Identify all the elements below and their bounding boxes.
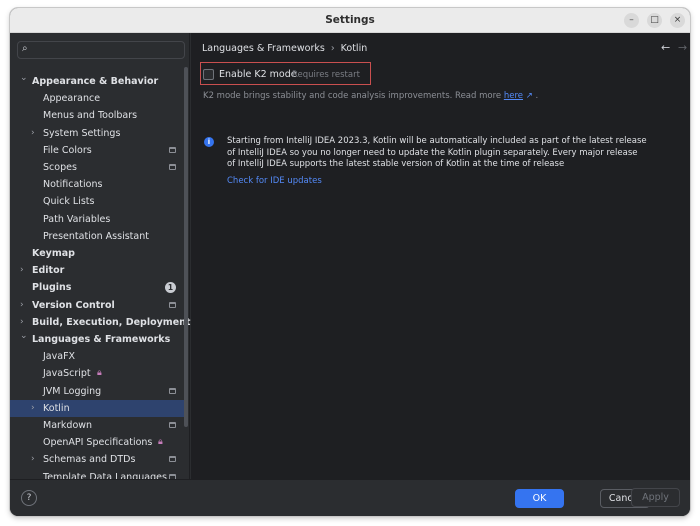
maximize-button[interactable]: □ — [647, 13, 662, 28]
sidebar-item-label: Build, Execution, Deployment — [32, 316, 191, 328]
window-title: Settings — [325, 14, 375, 26]
settings-sidebar: ⌕ ⌄ Appearance & Behavior Appearance Menus … — [10, 33, 190, 483]
info-icon: i — [204, 137, 214, 147]
forward-arrow-icon[interactable]: → — [678, 41, 687, 54]
title-bar: Settings – □ × — [10, 8, 690, 33]
sidebar-item-label: JavaScript — [43, 368, 91, 380]
sidebar-item-label: JavaFX — [43, 351, 76, 363]
enable-k2-label[interactable]: Enable K2 mode — [219, 69, 297, 80]
sidebar-item-label: Menus and Toolbars — [43, 110, 138, 122]
sidebar-item-label: Languages & Frameworks — [32, 334, 171, 345]
sidebar-item-kotlin[interactable]: › Kotlin — [10, 399, 184, 417]
sidebar-item-path-variables[interactable]: Path Variables — [10, 211, 184, 228]
sidebar-item-label: Keymap — [32, 248, 75, 259]
back-arrow-icon[interactable]: ← — [661, 41, 670, 54]
sidebar-item-label: OpenAPI Specifications — [43, 437, 153, 449]
ok-button[interactable]: OK — [515, 489, 564, 508]
sidebar-item-label: Quick Lists — [43, 196, 95, 208]
help-button[interactable]: ? — [21, 490, 37, 506]
sidebar-item-javascript[interactable]: JavaScript 🔒︎ — [10, 365, 184, 382]
project-level-icon — [169, 387, 176, 394]
search-box[interactable]: ⌕ — [17, 41, 185, 59]
breadcrumb-current: Kotlin — [340, 43, 368, 54]
sidebar-item-scopes[interactable]: Scopes — [10, 159, 184, 176]
sidebar-item-notifications[interactable]: Notifications — [10, 176, 184, 193]
settings-content: Languages & Frameworks › Kotlin ← → Enable… — [191, 33, 690, 479]
breadcrumb-separator: › — [330, 43, 335, 54]
chevron-right-icon[interactable]: › — [31, 125, 35, 142]
external-link-icon: ↗ — [525, 91, 533, 101]
update-count-badge: 1 — [165, 282, 176, 294]
sidebar-item-label: Editor — [32, 265, 65, 277]
breadcrumb-parent[interactable]: Languages & Frameworks — [202, 43, 325, 54]
k2-description-suffix: . — [535, 91, 539, 101]
project-level-icon — [169, 164, 176, 170]
sidebar-item-label: Path Variables — [43, 213, 111, 225]
search-icon: ⌕ — [22, 43, 28, 54]
dialog-footer: ? OK Cancel — [10, 479, 690, 516]
settings-window: Settings – □ × ⌕ ⌄ Appearance & Behavior A… — [10, 8, 690, 516]
sidebar-item-label: Kotlin — [43, 402, 70, 414]
sidebar-item-quick-lists[interactable]: Quick Lists — [10, 193, 184, 210]
chevron-down-icon[interactable]: ⌄ — [20, 70, 28, 87]
sidebar-item-label: System Settings — [43, 127, 121, 139]
chevron-right-icon[interactable]: › — [31, 400, 35, 417]
k2-description: K2 mode brings stability and code analys… — [203, 91, 538, 101]
sidebar-item-system-settings[interactable]: › System Settings — [10, 125, 184, 142]
sidebar-scrollbar-thumb[interactable] — [184, 67, 188, 427]
sidebar-item-plugins[interactable]: Plugins 1 — [10, 279, 184, 296]
sidebar-item-appearance[interactable]: Appearance — [10, 90, 184, 107]
sidebar-item-label: Plugins — [32, 282, 72, 294]
sidebar-item-label: File Colors — [43, 144, 92, 156]
sidebar-item-label: Schemas and DTDs — [43, 454, 136, 466]
sidebar-item-keymap[interactable]: Keymap — [10, 245, 184, 262]
sidebar-item-javafx[interactable]: JavaFX — [10, 348, 184, 365]
chevron-right-icon[interactable]: › — [20, 262, 24, 279]
sidebar-item-file-colors[interactable]: File Colors — [10, 142, 184, 159]
project-level-icon — [169, 146, 176, 153]
lock-icon: 🔒︎ — [97, 368, 102, 379]
chevron-right-icon[interactable]: › — [20, 297, 24, 314]
kotlin-bundled-info: Starting from IntelliJ IDEA 2023.3, Kotl… — [227, 136, 647, 169]
sidebar-item-label: Version Control — [32, 299, 115, 311]
project-level-icon — [169, 456, 176, 463]
close-button[interactable]: × — [670, 13, 685, 28]
sidebar-item-markdown[interactable]: Markdown — [10, 417, 184, 434]
project-level-icon — [169, 422, 176, 428]
sidebar-item-menus-and-toolbars[interactable]: Menus and Toolbars — [10, 107, 184, 124]
sidebar-item-jvm-logging[interactable]: JVM Logging — [10, 383, 184, 400]
sidebar-item-openapi-specifications[interactable]: OpenAPI Specifications 🔒︎ — [10, 434, 184, 451]
sidebar-item-schemas-and-dtds[interactable]: › Schemas and DTDs — [10, 451, 184, 468]
enable-k2-checkbox[interactable] — [203, 69, 214, 80]
search-input[interactable] — [36, 43, 182, 57]
read-more-link[interactable]: here — [504, 91, 523, 101]
sidebar-item-editor[interactable]: › Editor — [10, 262, 184, 279]
minimize-button[interactable]: – — [624, 13, 639, 28]
sidebar-item-version-control[interactable]: › Version Control — [10, 297, 184, 314]
apply-button[interactable]: Apply — [631, 488, 680, 507]
sidebar-item-build-execution-deployment[interactable]: › Build, Execution, Deployment — [10, 314, 190, 331]
sidebar-item-appearance-behavior[interactable]: ⌄ Appearance & Behavior — [10, 73, 184, 90]
k2-description-text: K2 mode brings stability and code analys… — [203, 91, 502, 101]
requires-restart-note: Requires restart — [292, 70, 360, 80]
project-level-icon — [169, 301, 176, 308]
sidebar-item-label: Notifications — [43, 179, 103, 191]
sidebar-item-label: JVM Logging — [43, 385, 102, 397]
sidebar-item-label: Scopes — [43, 162, 77, 173]
chevron-down-icon[interactable]: ⌄ — [20, 328, 28, 345]
breadcrumb: Languages & Frameworks › Kotlin — [202, 43, 367, 54]
sidebar-item-label: Appearance & Behavior — [32, 76, 159, 87]
chevron-right-icon[interactable]: › — [31, 451, 35, 468]
check-for-ide-updates-link[interactable]: Check for IDE updates — [227, 176, 322, 186]
sidebar-item-languages-frameworks[interactable]: ⌄ Languages & Frameworks — [10, 331, 184, 348]
sidebar-item-label: Appearance — [43, 93, 101, 105]
sidebar-item-label: Markdown — [43, 420, 93, 431]
lock-icon: 🔒︎ — [158, 437, 163, 448]
sidebar-item-presentation-assistant[interactable]: Presentation Assistant — [10, 228, 184, 245]
sidebar-item-label: Presentation Assistant — [43, 230, 149, 242]
